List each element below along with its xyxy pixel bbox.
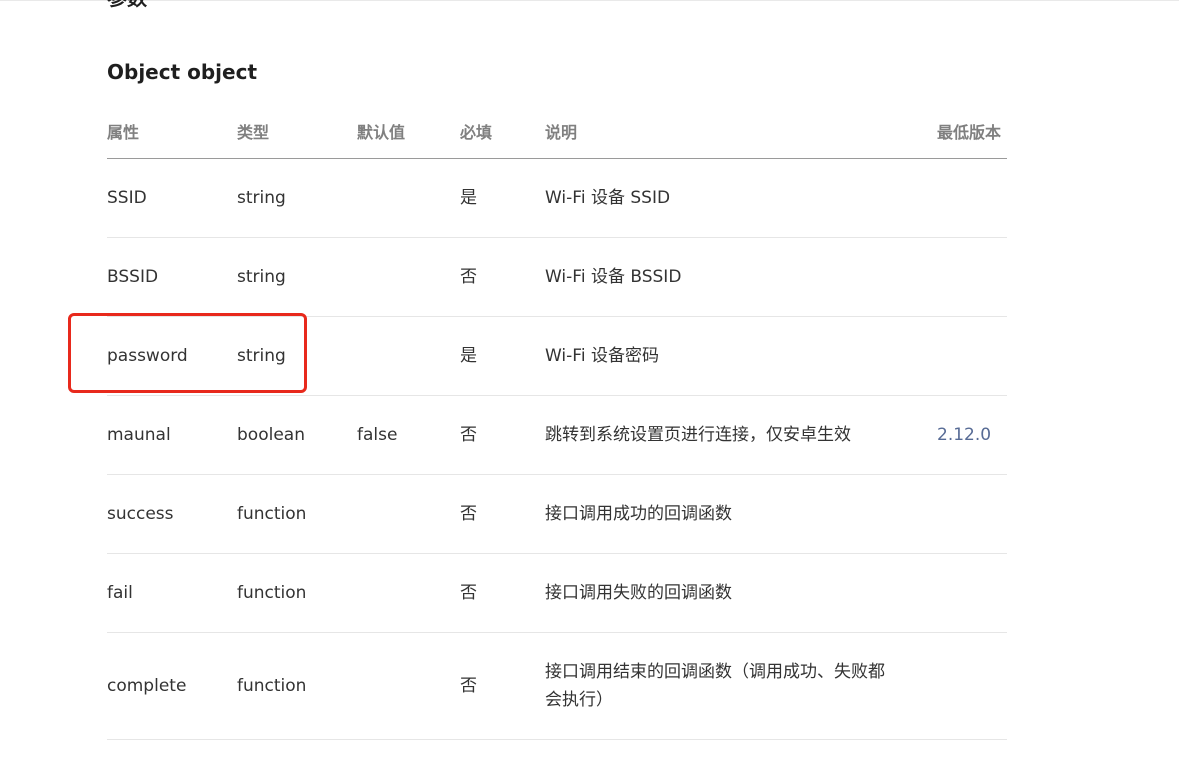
cell-description: 跳转到系统设置页进行连接，仅安卓生效: [545, 425, 851, 445]
cell-name: BSSID: [107, 267, 159, 287]
cell-description: 接口调用结束的回调函数（调用成功、失败都会执行）: [545, 662, 885, 710]
header-min-version: 最低版本: [937, 123, 1002, 142]
params-table: 属性 类型 默认值 必填 说明 最低版本 SSID string 是 Wi-Fi…: [107, 108, 1007, 740]
cell-name: maunal: [107, 425, 171, 445]
header-property: 属性: [107, 123, 140, 142]
table-row-password: password string 是 Wi-Fi 设备密码: [107, 317, 1007, 396]
table-row: fail function 否 接口调用失败的回调函数: [107, 554, 1007, 633]
header-description: 说明: [545, 123, 578, 142]
cell-type: function: [237, 583, 307, 603]
table-row: complete function 否 接口调用结束的回调函数（调用成功、失败都…: [107, 633, 1007, 740]
cell-name: success: [107, 504, 174, 524]
cell-name: complete: [107, 676, 187, 696]
version-link[interactable]: 2.12.0: [937, 421, 991, 449]
cell-name: fail: [107, 583, 133, 603]
top-divider: [0, 0, 1179, 1]
header-default: 默认值: [357, 123, 406, 142]
cell-default: false: [357, 425, 398, 445]
cell-required: 否: [460, 425, 477, 445]
cell-type: boolean: [237, 425, 305, 445]
cell-type: string: [237, 346, 286, 366]
table-row: BSSID string 否 Wi-Fi 设备 BSSID: [107, 238, 1007, 317]
cell-name: SSID: [107, 188, 147, 208]
cell-description: Wi-Fi 设备 SSID: [545, 188, 671, 208]
cell-type: function: [237, 676, 307, 696]
cell-required: 是: [460, 346, 477, 366]
table-row: success function 否 接口调用成功的回调函数: [107, 475, 1007, 554]
cell-version: 2.12.0: [937, 396, 991, 474]
cell-required: 否: [460, 676, 477, 696]
cell-description: Wi-Fi 设备 BSSID: [545, 267, 682, 287]
section-heading: 参数: [107, 0, 147, 10]
cell-description: 接口调用成功的回调函数: [545, 504, 732, 524]
cell-type: function: [237, 504, 307, 524]
cell-required: 否: [460, 504, 477, 524]
doc-page: 参数 Object object 属性 类型 默认值 必填 说明 最低版本 SS…: [0, 0, 1179, 762]
cell-required: 否: [460, 583, 477, 603]
cell-type: string: [237, 267, 286, 287]
cell-type: string: [237, 188, 286, 208]
cell-name: password: [107, 346, 188, 366]
cell-description: Wi-Fi 设备密码: [545, 346, 659, 366]
header-type: 类型: [237, 123, 270, 142]
table-row: maunal boolean false 否 跳转到系统设置页进行连接，仅安卓生…: [107, 396, 1007, 475]
table-row: SSID string 是 Wi-Fi 设备 SSID: [107, 159, 1007, 238]
table-header: 属性 类型 默认值 必填 说明 最低版本: [107, 108, 1007, 159]
header-required: 必填: [460, 123, 493, 142]
cell-description: 接口调用失败的回调函数: [545, 583, 732, 603]
cell-required: 是: [460, 188, 477, 208]
cell-required: 否: [460, 267, 477, 287]
object-title: Object object: [107, 60, 258, 84]
